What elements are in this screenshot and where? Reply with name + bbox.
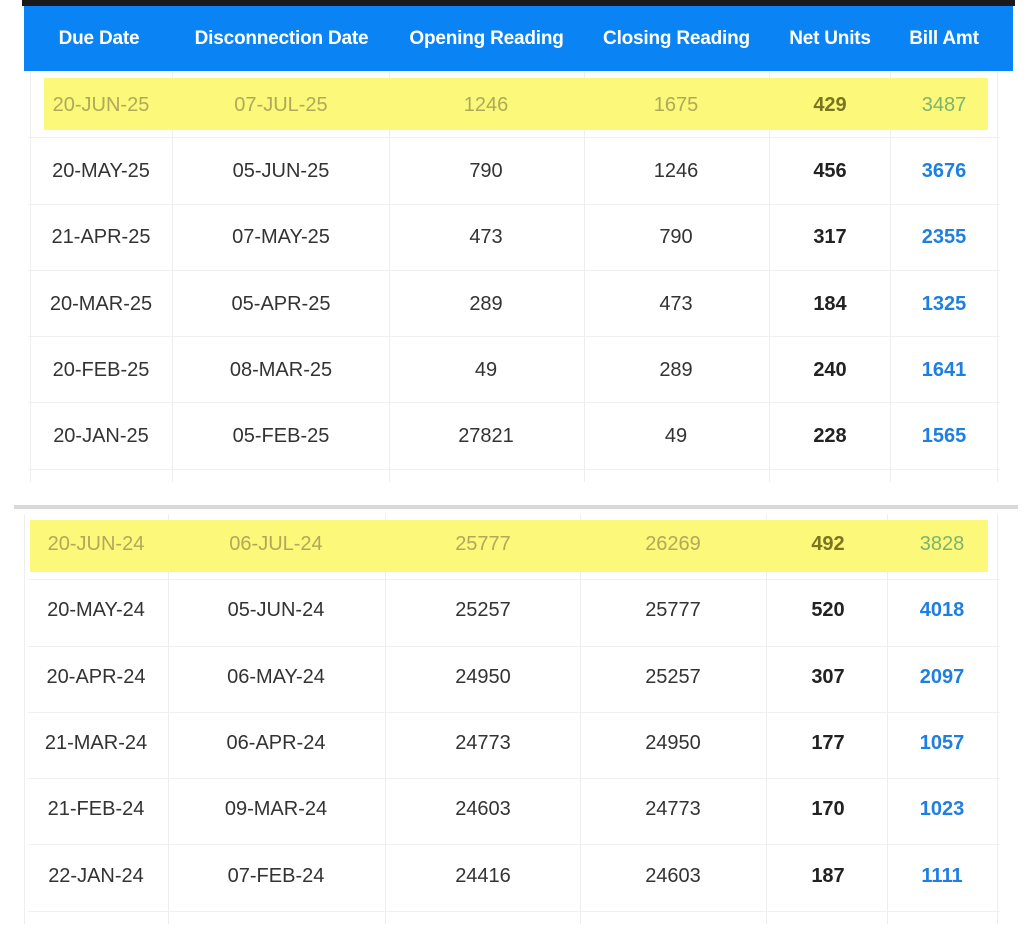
bill-amt-cell[interactable]: 1565 [894,404,994,470]
net-units-cell: 228 [813,425,847,448]
disconnection-date-cell: 05-JUN-25 [232,159,330,182]
billing-table-2024: 20-JUN-24 06-JUL-24 25777 26269 492 3828 20-MA… [0,514,1034,924]
section-divider [14,505,1018,509]
net-units-cell: 429 [813,93,847,116]
due-date-cell: 21-MAR-24 [44,732,148,755]
table-row[interactable]: 21-FEB-24 09-MAR-24 24603 24773 170 1023 [0,779,1034,846]
opening-reading-cell: 24773 [455,732,511,755]
bill-amt-cell[interactable]: 1023 [892,779,992,840]
disconnection-date-cell: 05-JUN-24 [227,599,325,622]
closing-reading-cell: 49 [664,425,688,448]
disconnection-date-cell: 06-APR-24 [226,732,326,755]
due-date-cell: 20-MAY-24 [47,599,145,622]
row-separator [28,910,1000,912]
net-units-cell: 184 [813,292,847,315]
closing-reading-cell: 26269 [645,533,701,556]
opening-reading-cell: 27821 [458,425,514,448]
bill-amt-cell[interactable]: 2355 [894,205,994,271]
table-header: Due Date Disconnection Date Opening Read… [24,6,1013,71]
due-date-cell: 20-JUN-25 [52,93,150,116]
table-row[interactable]: 20-MAR-25 05-APR-25 289 473 184 1325 [0,271,1034,338]
disconnection-date-cell: 06-JUL-24 [229,533,323,556]
header-due-date[interactable]: Due Date [24,6,174,71]
header-opening-reading[interactable]: Opening Reading [389,6,584,71]
net-units-cell: 177 [811,732,845,755]
table-row[interactable]: 20-FEB-25 08-MAR-25 49 289 240 1641 [0,337,1034,404]
opening-reading-cell: 25777 [455,533,511,556]
net-units-cell: 492 [811,533,845,556]
opening-reading-cell: 24416 [455,864,511,887]
bill-amt-cell[interactable]: 3487 [894,72,994,138]
closing-reading-cell: 25777 [645,599,701,622]
table-row[interactable]: 22-JAN-24 07-FEB-24 24416 24603 187 1111 [0,846,1034,912]
closing-reading-cell: 24950 [645,732,701,755]
disconnection-date-cell: 07-FEB-24 [227,864,325,887]
table-row[interactable]: 21-APR-25 07-MAY-25 473 790 317 2355 [0,205,1034,271]
due-date-cell: 20-FEB-25 [52,358,150,381]
opening-reading-cell: 790 [469,159,503,182]
bill-amt-cell[interactable]: 1325 [894,271,994,337]
closing-reading-cell: 24603 [645,864,701,887]
table-row-highlighted[interactable]: 20-JUN-25 07-JUL-25 1246 1675 429 3487 [0,72,1034,139]
due-date-cell: 21-APR-25 [51,226,151,249]
net-units-cell: 187 [811,864,845,887]
closing-reading-cell: 24773 [645,798,701,821]
net-units-cell: 240 [813,358,847,381]
net-units-cell: 456 [813,159,847,182]
opening-reading-cell: 24950 [455,665,511,688]
bill-amt-cell[interactable]: 1111 [892,846,992,907]
closing-reading-cell: 1246 [653,159,699,182]
table-row[interactable]: 20-JAN-25 05-FEB-25 27821 49 228 1565 [0,404,1034,470]
due-date-cell: 20-JAN-25 [53,425,149,448]
opening-reading-cell: 49 [474,358,498,381]
table-row[interactable]: 21-MAR-24 06-APR-24 24773 24950 177 1057 [0,713,1034,780]
bill-amt-cell[interactable]: 3676 [894,138,994,204]
net-units-cell: 307 [811,665,845,688]
table-row[interactable]: 20-MAY-25 05-JUN-25 790 1246 456 3676 [0,138,1034,205]
net-units-cell: 520 [811,599,845,622]
billing-table-2025: 20-JUN-25 07-JUL-25 1246 1675 429 3487 20-MAY-… [0,72,1034,482]
disconnection-date-cell: 06-MAY-24 [227,665,325,688]
bill-amt-cell[interactable]: 3828 [892,514,992,575]
due-date-cell: 20-JUN-24 [47,533,145,556]
table-row[interactable]: 20-MAY-24 05-JUN-24 25257 25777 520 4018 [0,580,1034,647]
due-date-cell: 22-JAN-24 [48,864,144,887]
disconnection-date-cell: 08-MAR-25 [229,358,333,381]
closing-reading-cell: 1675 [653,93,699,116]
opening-reading-cell: 1246 [463,93,509,116]
opening-reading-cell: 25257 [455,599,511,622]
closing-reading-cell: 473 [659,292,693,315]
opening-reading-cell: 24603 [455,798,511,821]
closing-reading-cell: 790 [659,226,693,249]
bill-amt-cell[interactable]: 4018 [892,580,992,641]
net-units-cell: 317 [813,226,847,249]
closing-reading-cell: 25257 [645,665,701,688]
due-date-cell: 20-MAY-25 [52,159,150,182]
net-units-cell: 170 [811,798,845,821]
header-closing-reading[interactable]: Closing Reading [584,6,769,71]
disconnection-date-cell: 07-JUL-25 [234,93,328,116]
due-date-cell: 20-MAR-25 [49,292,153,315]
header-bill-amt[interactable]: Bill Amt [891,6,997,71]
disconnection-date-cell: 07-MAY-25 [232,226,330,249]
closing-reading-cell: 289 [659,358,693,381]
header-net-units[interactable]: Net Units [769,6,891,71]
bill-amt-cell[interactable]: 2097 [892,647,992,708]
disconnection-date-cell: 09-MAR-24 [224,798,328,821]
table-row-highlighted[interactable]: 20-JUN-24 06-JUL-24 25777 26269 492 3828 [0,514,1034,581]
opening-reading-cell: 289 [469,292,503,315]
header-disconnection-date[interactable]: Disconnection Date [174,6,389,71]
table-row[interactable]: 20-APR-24 06-MAY-24 24950 25257 307 2097 [0,647,1034,713]
disconnection-date-cell: 05-FEB-25 [232,425,330,448]
bill-amt-cell[interactable]: 1057 [892,713,992,774]
due-date-cell: 20-APR-24 [46,665,146,688]
bill-amt-cell[interactable]: 1641 [894,337,994,403]
due-date-cell: 21-FEB-24 [47,798,145,821]
opening-reading-cell: 473 [469,226,503,249]
disconnection-date-cell: 05-APR-25 [231,292,331,315]
